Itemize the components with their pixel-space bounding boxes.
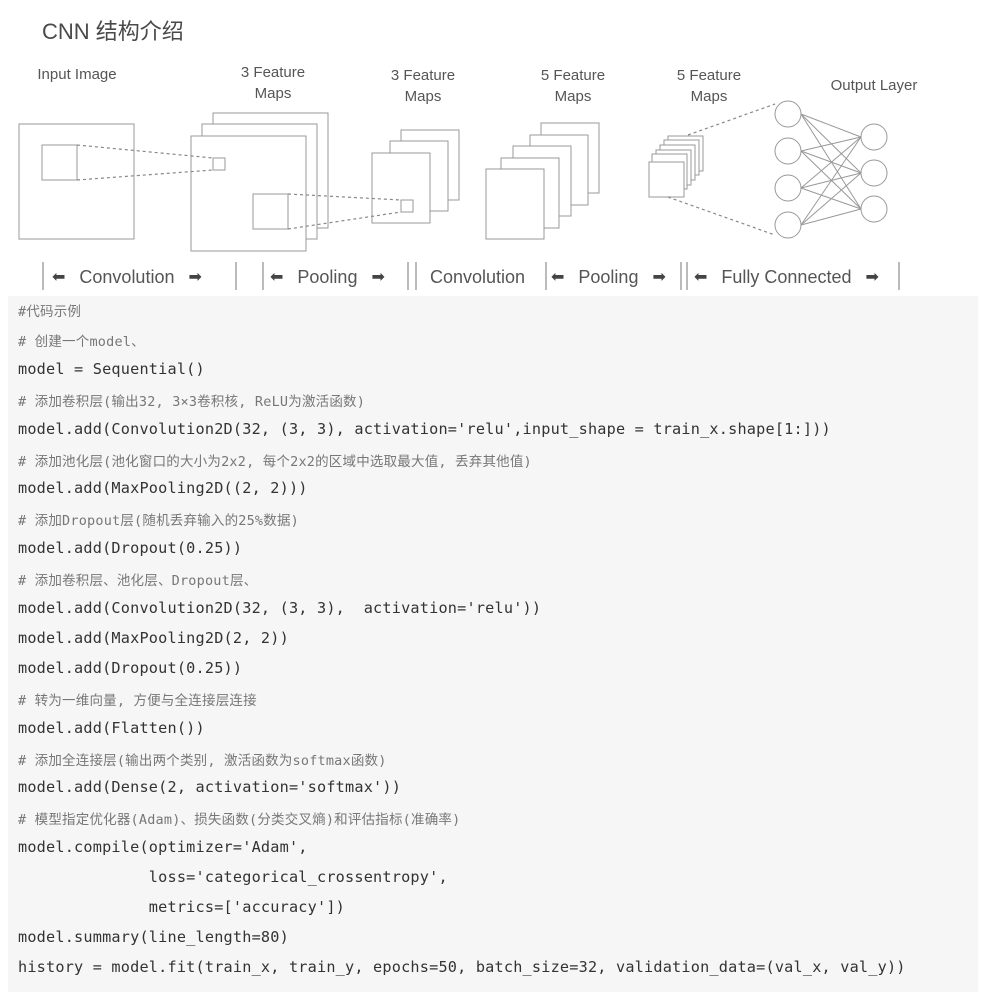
- arrow-right-icon: ➡: [865, 269, 879, 286]
- code-line: metrics=['accuracy']): [18, 898, 346, 916]
- code-comment-line: # 添加Dropout层(随机丢弃输入的25%数据): [18, 513, 299, 530]
- code-line: model.add(Dropout(0.25)): [18, 658, 243, 677]
- divider: [407, 262, 409, 290]
- code-comment-line: # 添加全连接层(输出两个类别, 激活函数为softmax函数): [18, 752, 387, 769]
- code-comment-line: # 模型指定优化器(Adam)、损失函数(分类交叉熵)和评估指标(准确率): [18, 812, 461, 829]
- arrow-left-icon: ⬅: [270, 269, 284, 286]
- arrow-right-icon: ➡: [371, 269, 385, 286]
- code-comment-line: #代码示例: [18, 304, 82, 320]
- connection-line: [800, 113, 862, 138]
- code-line: model.add(Dropout(0.25)): [18, 539, 243, 558]
- code-line: model.add(Flatten()): [18, 718, 205, 737]
- arrow-right-icon: ➡: [652, 269, 666, 286]
- arrow-left-icon: ⬅: [551, 269, 565, 286]
- divider: [235, 262, 237, 290]
- stage-label: Convolution: [79, 266, 175, 287]
- neural-network: [774, 100, 888, 239]
- stage-label: Fully Connected: [721, 266, 852, 287]
- stage-pooling-2: ⬅ Pooling ➡: [545, 264, 672, 290]
- code-comment-line: # 添加卷积层、池化层、Dropout层、: [18, 573, 258, 590]
- hidden-node: [774, 174, 802, 202]
- code-line: model.add(Convolution2D(32, (3, 3), acti…: [18, 599, 542, 617]
- code-comment-line: # 添加卷积层(输出32, 3×3卷积核, ReLU为激活函数): [18, 393, 366, 410]
- divider: [680, 262, 682, 290]
- code-line: loss='categorical_crossentropy',: [18, 868, 448, 887]
- code-line: history = model.fit(train_x, train_y, ep…: [18, 957, 906, 976]
- receptive-field-box: [41, 144, 78, 181]
- divider: [898, 262, 900, 290]
- stage-label: Pooling: [578, 266, 639, 287]
- code-line: model.add(MaxPooling2D(2, 2)): [18, 628, 289, 647]
- feature-map: [485, 168, 545, 240]
- arrow-right-icon: ➡: [188, 269, 202, 286]
- output-node: [860, 159, 888, 187]
- divider: [415, 262, 417, 290]
- stage-convolution-2: Convolution: [430, 264, 525, 290]
- divider: [42, 262, 44, 290]
- input-image-box: [18, 123, 135, 240]
- stage-label: Pooling: [297, 266, 358, 287]
- code-comment-line: # 添加池化层(池化窗口的大小为2x2, 每个2x2的区域中选取最大值, 丢弃其…: [18, 453, 532, 470]
- code-line: model.compile(optimizer='Adam',: [18, 838, 308, 857]
- arrow-left-icon: ⬅: [694, 269, 708, 286]
- pool-window: [252, 193, 289, 230]
- output-node: [860, 195, 888, 223]
- code-block: #代码示例 # 创建一个model、 model = Sequential() # 添…: [8, 296, 978, 992]
- code-comment-line: # 创建一个model、: [18, 333, 145, 350]
- stage-pooling-1: ⬅ Pooling ➡: [264, 264, 391, 290]
- feature-cell: [400, 199, 414, 213]
- hidden-node: [774, 211, 802, 239]
- arrow-left-icon: ⬅: [52, 269, 66, 286]
- code-line: model.add(Dense(2, activation='softmax')…: [18, 778, 402, 797]
- stage-fully-connected: ⬅ Fully Connected ➡: [688, 264, 885, 290]
- code-line: model = Sequential(): [18, 359, 205, 378]
- code-line: model.add(Convolution2D(32, (3, 3), acti…: [18, 419, 831, 438]
- output-node: [860, 123, 888, 151]
- hidden-node: [774, 137, 802, 165]
- hidden-node: [774, 100, 802, 128]
- code-line: model.add(MaxPooling2D((2, 2))): [18, 479, 308, 498]
- stage-convolution-1: ⬅ Convolution ➡: [46, 264, 208, 290]
- code-line: model.summary(line_length=80): [18, 927, 289, 946]
- feature-cell: [212, 157, 226, 171]
- cnn-diagram: [18, 100, 888, 252]
- feature-map: [648, 161, 685, 198]
- code-comment-line: # 转为一维向量, 方便与全连接层连接: [18, 692, 257, 709]
- stage-label: Convolution: [430, 266, 526, 287]
